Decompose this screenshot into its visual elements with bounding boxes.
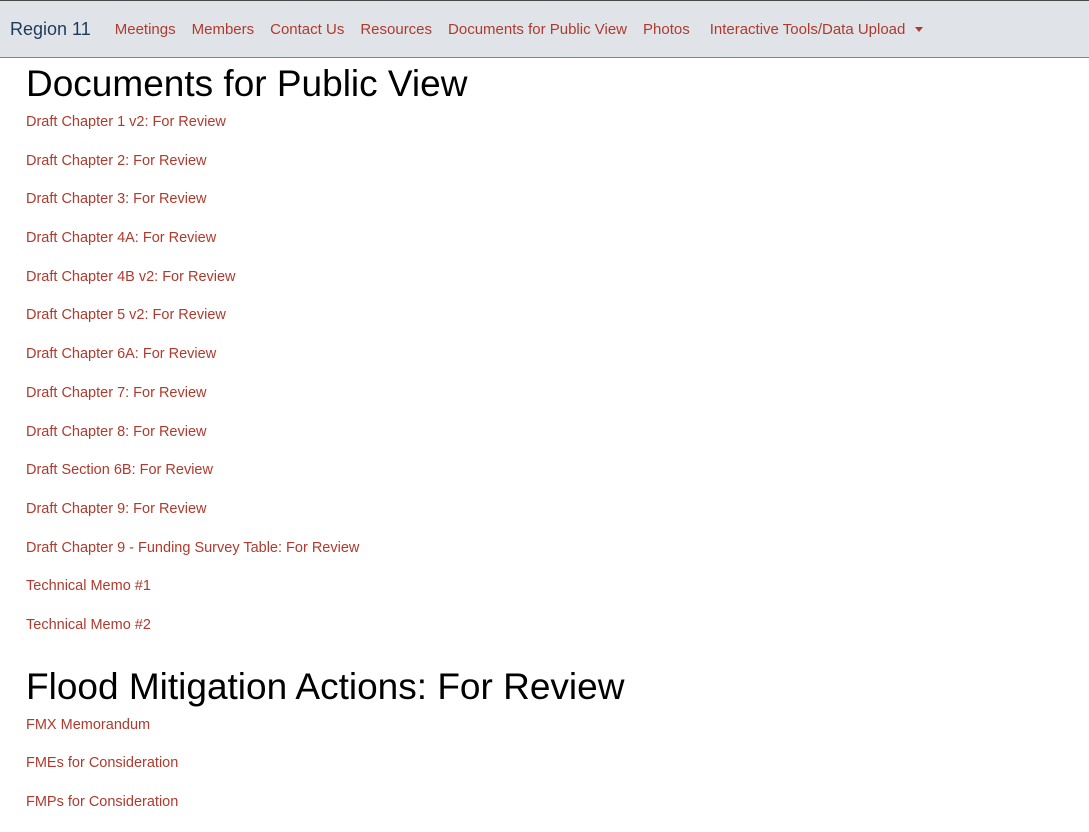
list-item: Draft Chapter 5 v2: For Review bbox=[26, 306, 1076, 345]
list-item: Draft Chapter 4B v2: For Review bbox=[26, 268, 1076, 307]
doc-link[interactable]: Draft Chapter 8: For Review bbox=[26, 424, 207, 441]
main-content: Documents for Public View Draft Chapter … bbox=[26, 58, 1076, 832]
list-item: FMX Memorandum bbox=[26, 716, 1076, 755]
caret-down-icon bbox=[915, 27, 924, 32]
list-item: Draft Section 6B: For Review bbox=[26, 461, 1076, 500]
nav-dropdown-label: Interactive Tools/Data Upload bbox=[709, 20, 906, 38]
doc-link[interactable]: Technical Memo #1 bbox=[26, 578, 151, 595]
documents-list: Draft Chapter 1 v2: For Review Draft Cha… bbox=[26, 113, 1076, 655]
list-item: Technical Memo #2 bbox=[26, 616, 1076, 655]
doc-link[interactable]: Draft Chapter 4B v2: For Review bbox=[26, 269, 236, 286]
doc-link[interactable]: FMPs for Consideration bbox=[26, 794, 178, 811]
list-item: FMPs for Consideration bbox=[26, 793, 1076, 832]
nav-meetings[interactable]: Meetings bbox=[115, 21, 176, 38]
flood-mitigation-list: FMX Memorandum FMEs for Consideration FM… bbox=[26, 716, 1076, 832]
doc-link[interactable]: Draft Section 6B: For Review bbox=[26, 462, 213, 479]
doc-link[interactable]: Draft Chapter 9 - Funding Survey Table: … bbox=[26, 540, 359, 557]
doc-link[interactable]: Draft Chapter 7: For Review bbox=[26, 385, 207, 402]
doc-link[interactable]: Draft Chapter 5 v2: For Review bbox=[26, 307, 226, 324]
brand-link[interactable]: Region 11 bbox=[10, 19, 91, 40]
list-item: Draft Chapter 4A: For Review bbox=[26, 229, 1076, 268]
list-item: Draft Chapter 1 v2: For Review bbox=[26, 113, 1076, 152]
doc-link[interactable]: Draft Chapter 6A: For Review bbox=[26, 346, 216, 363]
list-item: Draft Chapter 3: For Review bbox=[26, 190, 1076, 229]
list-item: Draft Chapter 7: For Review bbox=[26, 384, 1076, 423]
nav-resources[interactable]: Resources bbox=[360, 21, 432, 38]
list-item: Draft Chapter 2: For Review bbox=[26, 152, 1076, 191]
nav-contact-us[interactable]: Contact Us bbox=[270, 21, 344, 38]
nav-interactive-tools-dropdown[interactable]: Interactive Tools/Data Upload bbox=[710, 21, 924, 38]
list-item: Draft Chapter 8: For Review bbox=[26, 423, 1076, 462]
top-navbar: Region 11 Meetings Members Contact Us Re… bbox=[0, 0, 1089, 58]
nav-members[interactable]: Members bbox=[192, 21, 255, 38]
list-item: Draft Chapter 9: For Review bbox=[26, 500, 1076, 539]
section-heading-flood-mitigation: Flood Mitigation Actions: For Review bbox=[26, 665, 625, 707]
doc-link[interactable]: Technical Memo #2 bbox=[26, 617, 151, 634]
nav-documents-public-view[interactable]: Documents for Public View bbox=[448, 21, 627, 38]
list-item: Draft Chapter 6A: For Review bbox=[26, 345, 1076, 384]
section-heading-documents: Documents for Public View bbox=[26, 63, 468, 104]
doc-link[interactable]: FMX Memorandum bbox=[26, 717, 150, 734]
doc-link[interactable]: Draft Chapter 3: For Review bbox=[26, 191, 207, 208]
doc-link[interactable]: Draft Chapter 9: For Review bbox=[26, 501, 207, 518]
doc-link[interactable]: Draft Chapter 2: For Review bbox=[26, 153, 207, 170]
doc-link[interactable]: FMEs for Consideration bbox=[26, 755, 178, 772]
list-item: FMEs for Consideration bbox=[26, 754, 1076, 793]
doc-link[interactable]: Draft Chapter 1 v2: For Review bbox=[26, 114, 226, 131]
list-item: Draft Chapter 9 - Funding Survey Table: … bbox=[26, 539, 1076, 578]
list-item: Technical Memo #1 bbox=[26, 577, 1076, 616]
nav-photos[interactable]: Photos bbox=[643, 21, 690, 38]
doc-link[interactable]: Draft Chapter 4A: For Review bbox=[26, 230, 216, 247]
